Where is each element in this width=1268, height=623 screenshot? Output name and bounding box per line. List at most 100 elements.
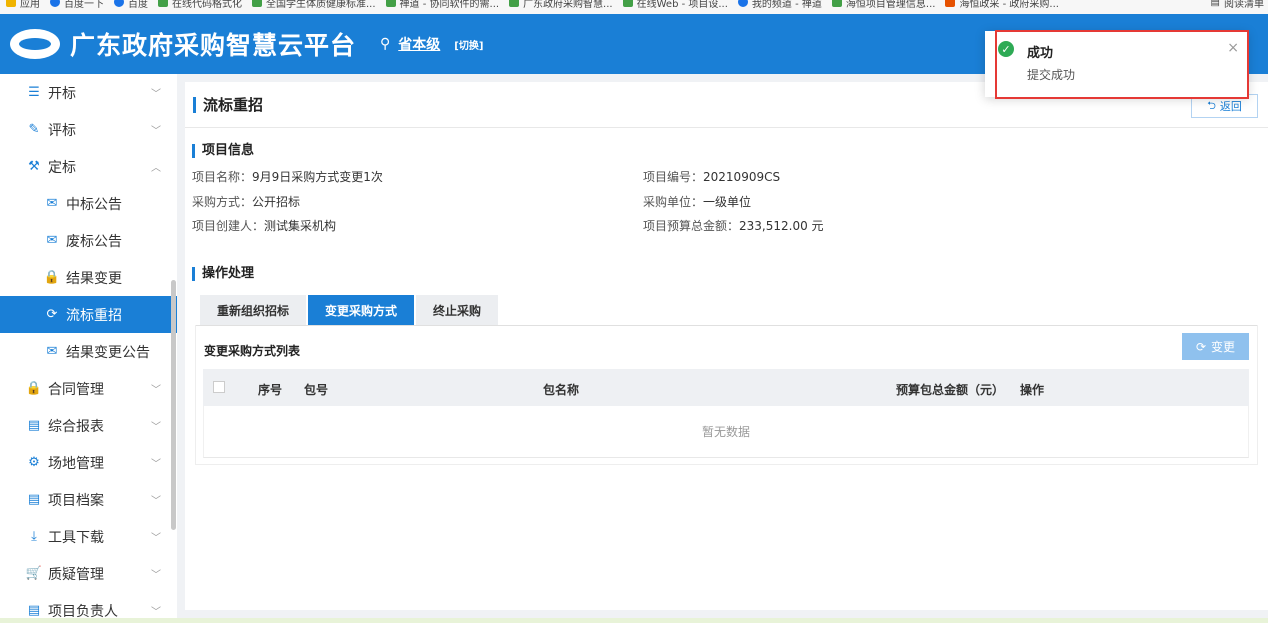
mail-icon: ✉	[46, 344, 58, 359]
back-button-label: 返回	[1219, 100, 1242, 113]
page-title: 流标重招	[193, 96, 263, 113]
sidebar-item[interactable]: 🔒 结果变更	[0, 259, 177, 296]
select-all-checkbox[interactable]	[213, 381, 225, 393]
purchase-unit-field: 采购单位：一级单位	[643, 193, 751, 210]
mail-icon: ✉	[46, 233, 58, 248]
sidebar-item-label: 流标重招	[66, 307, 122, 324]
gavel-icon: ⚒	[28, 159, 40, 174]
toast-title: 成功	[1027, 46, 1054, 61]
success-check-icon: ✓	[998, 41, 1014, 57]
bookmark-item[interactable]: 禅道 - 协同软件的需...	[385, 0, 499, 10]
change-method-list: 变更采购方式列表 ⟳ 变更 序号 包号 包名称 预算包总金额（元） 操作 暂无数…	[195, 325, 1258, 465]
tab-change-purchase-method[interactable]: 变更采购方式	[308, 295, 415, 325]
bookmark-item[interactable]: 海恒项目管理信息...	[831, 0, 935, 10]
cart-icon: 🛒	[25, 566, 43, 581]
bookmark-item[interactable]: 百度	[114, 0, 148, 10]
bookmark-item[interactable]: 广东政府采购智慧...	[509, 0, 613, 10]
purchase-unit-value: 一级单位	[703, 195, 752, 209]
sidebar-item[interactable]: ☰ 开标 ﹀	[0, 74, 177, 111]
lock-icon: 🔒	[43, 270, 61, 285]
chevron-down-icon: ﹀	[151, 607, 161, 618]
bookmark-label: 全国学生体质健康标准...	[266, 0, 376, 10]
close-icon[interactable]: ×	[1227, 40, 1239, 56]
sidebar-item[interactable]: ✉ 中标公告	[0, 185, 177, 222]
chevron-down-icon: ﹀	[151, 422, 161, 433]
bookmark-item[interactable]: 海恒政采 - 政府采购...	[945, 0, 1059, 10]
sidebar-item[interactable]: ▤ 综合报表 ﹀	[0, 407, 177, 444]
bookmark-label: 我的频道 - 禅道	[751, 0, 822, 10]
project-code-label: 项目编号：	[643, 170, 704, 184]
switch-region-link[interactable]: [切换]	[454, 37, 483, 52]
bookmark-item[interactable]: 全国学生体质健康标准...	[252, 0, 376, 10]
evaluate-icon: ✎	[28, 122, 40, 137]
chevron-down-icon: ﹀	[151, 385, 161, 396]
globe-icon	[831, 0, 842, 7]
sidebar-item[interactable]: ✉ 结果变更公告	[0, 333, 177, 370]
sidebar-item[interactable]: ▤ 项目档案 ﹀	[0, 481, 177, 518]
operation-tabs: 重新组织招标 变更采购方式 终止采购	[200, 295, 499, 325]
report-icon: ▤	[27, 418, 41, 433]
toast-message: 提交成功	[1027, 68, 1076, 82]
chevron-up-icon: ︿	[151, 163, 161, 174]
refresh-icon: ⟳	[46, 307, 58, 322]
sidebar-item-label: 结果变更公告	[66, 344, 150, 361]
globe-icon	[158, 0, 168, 7]
bookmark-item[interactable]: 百度一下	[50, 0, 104, 10]
apps-icon	[6, 0, 16, 7]
sidebar-item[interactable]: 🛒 质疑管理 ﹀	[0, 555, 177, 592]
sidebar-item[interactable]: ⟳ 流标重招	[0, 296, 177, 333]
sidebar-item-label: 结果变更	[66, 270, 122, 287]
sidebar-item-label: 项目档案	[48, 492, 104, 509]
globe-icon	[509, 0, 520, 7]
sidebar-scrollbar[interactable]	[171, 280, 176, 530]
project-budget-field: 项目预算总金额：233,512.00 元	[643, 217, 824, 234]
sidebar-item-label: 开标	[48, 85, 76, 102]
bookmark-item[interactable]: 在线代码格式化	[158, 0, 242, 10]
sidebar-item[interactable]: 🔒 合同管理 ﹀	[0, 370, 177, 407]
tab-reorganize-bidding[interactable]: 重新组织招标	[200, 295, 307, 325]
region-link[interactable]: 省本级	[398, 34, 440, 54]
change-button[interactable]: ⟳ 变更	[1182, 333, 1249, 360]
bookmark-label: 在线代码格式化	[172, 0, 242, 10]
person-doc-icon: ▤	[27, 603, 41, 618]
sidebar-item-label: 定标	[48, 159, 76, 176]
chevron-down-icon: ﹀	[151, 126, 161, 137]
column-actions: 操作	[1020, 383, 1045, 397]
reading-list-label: 阅读清单	[1224, 0, 1264, 10]
bookmark-item[interactable]: 我的频道 - 禅道	[737, 0, 822, 10]
main-panel: 流标重招 ⮌ 返回 项目信息 项目名称：9月9日采购方式变更1次 项目编号：20…	[185, 82, 1268, 610]
project-code-value: 20210909CS	[703, 170, 781, 184]
sidebar-item[interactable]: ✉ 废标公告	[0, 222, 177, 259]
project-creator-label: 项目创建人：	[192, 219, 265, 233]
bookmark-label: 应用	[20, 0, 40, 10]
back-arrow-icon: ⮌	[1207, 98, 1216, 112]
project-budget-label: 项目预算总金额：	[643, 219, 740, 233]
sidebar-item-label: 场地管理	[48, 455, 104, 472]
back-button[interactable]: ⮌ 返回	[1191, 94, 1258, 118]
bookmark-item[interactable]: 应用	[6, 0, 40, 10]
sidebar-item-label: 工具下载	[48, 529, 104, 546]
success-toast: ✓ 成功 提交成功 ×	[985, 31, 1248, 97]
project-creator-value: 测试集采机构	[264, 219, 337, 233]
bookmark-label: 在线Web - 项目设...	[636, 0, 728, 10]
table-empty-row: 暂无数据	[203, 406, 1249, 458]
project-creator-field: 项目创建人：测试集采机构	[192, 217, 336, 234]
bookmark-item[interactable]: 在线Web - 项目设...	[622, 0, 728, 10]
empty-text: 暂无数据	[701, 425, 750, 439]
purchase-method-field: 采购方式：公开招标	[192, 193, 300, 210]
tab-terminate-purchase[interactable]: 终止采购	[416, 295, 499, 325]
project-info-title: 项目信息	[192, 144, 254, 158]
sidebar-item[interactable]: ⚙ 场地管理 ﹀	[0, 444, 177, 481]
sidebar-item[interactable]: ⚒ 定标 ︿	[0, 148, 177, 185]
operations-title: 操作处理	[192, 267, 254, 281]
bookmarks-bar: 应用 百度一下 百度 在线代码格式化 全国学生体质健康标准... 禅道 - 协同软件的需.…	[0, 0, 1268, 14]
open-bid-icon: ☰	[28, 85, 40, 100]
location-pin-icon: ⚲	[380, 36, 391, 52]
globe-icon	[252, 0, 262, 7]
project-name-label: 项目名称：	[192, 170, 253, 184]
app-title: 广东政府采购智慧云平台	[70, 31, 357, 60]
sidebar-item[interactable]: ⤓ 工具下载 ﹀	[0, 518, 177, 555]
project-budget-value: 233,512.00 元	[739, 219, 824, 233]
reading-list[interactable]: ▤ 阅读清单	[1211, 0, 1264, 10]
sidebar-item[interactable]: ✎ 评标 ﹀	[0, 111, 177, 148]
